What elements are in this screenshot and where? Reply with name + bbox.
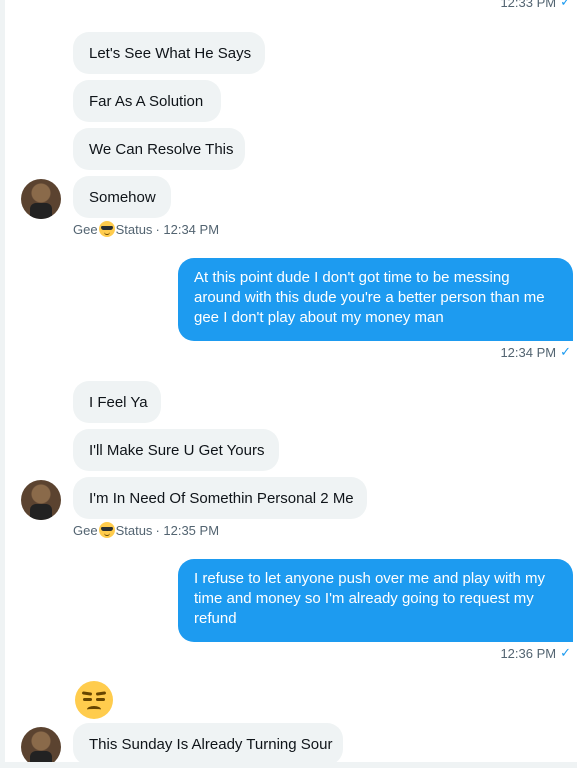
- outgoing-message[interactable]: At this point dude I don't got time to b…: [178, 258, 573, 341]
- sender-name[interactable]: Gee: [73, 222, 98, 237]
- sunglasses-emoji-icon: [98, 221, 115, 237]
- incoming-message[interactable]: Far As A Solution: [73, 80, 221, 122]
- sender-avatar[interactable]: [21, 179, 61, 219]
- outgoing-message[interactable]: I refuse to let anyone push over me and …: [178, 559, 573, 642]
- sender-name-suffix[interactable]: Status: [116, 222, 153, 237]
- message-timestamp: 12:34 PM ✓: [500, 344, 571, 360]
- incoming-message[interactable]: I Feel Ya: [73, 381, 161, 423]
- check-icon: ✓: [560, 344, 571, 359]
- message-timestamp: 12:33 PM ✓: [500, 0, 571, 10]
- sender-avatar[interactable]: [21, 480, 61, 520]
- timestamp-text: 12:33 PM: [500, 0, 557, 10]
- timestamp-text: 12:34 PM: [500, 344, 557, 360]
- emoji-brow-left: [81, 691, 93, 696]
- sender-name-suffix[interactable]: Status: [116, 523, 153, 538]
- check-icon: ✓: [560, 0, 571, 9]
- incoming-message[interactable]: We Can Resolve This: [73, 128, 245, 170]
- message-time: · 12:35 PM: [155, 522, 220, 538]
- emoji-eye-left: [83, 698, 92, 701]
- sender-avatar[interactable]: [21, 727, 61, 767]
- timestamp-text: 12:36 PM: [500, 645, 557, 661]
- incoming-message[interactable]: This Sunday Is Already Turning Sour: [73, 723, 343, 765]
- incoming-message[interactable]: Let's See What He Says: [73, 32, 265, 74]
- emoji-brow-right: [95, 691, 107, 696]
- message-timestamp: 12:36 PM ✓: [500, 645, 571, 661]
- incoming-message[interactable]: I'm In Need Of Somethin Personal 2 Me: [73, 477, 367, 519]
- emoji-mouth: [87, 706, 101, 713]
- sender-name[interactable]: Gee: [73, 523, 98, 538]
- sender-meta: Gee Status · 12:35 PM: [73, 522, 219, 538]
- incoming-message[interactable]: Somehow: [73, 176, 171, 218]
- sender-meta: Gee Status · 12:34 PM: [73, 221, 219, 237]
- composer-divider: [0, 762, 577, 768]
- check-icon: ✓: [560, 645, 571, 660]
- message-time: · 12:34 PM: [155, 221, 220, 237]
- unamused-face-emoji[interactable]: [75, 681, 113, 719]
- sunglasses-emoji-icon: [98, 522, 115, 538]
- conversation-border: [0, 0, 5, 768]
- incoming-message[interactable]: I'll Make Sure U Get Yours: [73, 429, 279, 471]
- emoji-eye-right: [96, 698, 105, 701]
